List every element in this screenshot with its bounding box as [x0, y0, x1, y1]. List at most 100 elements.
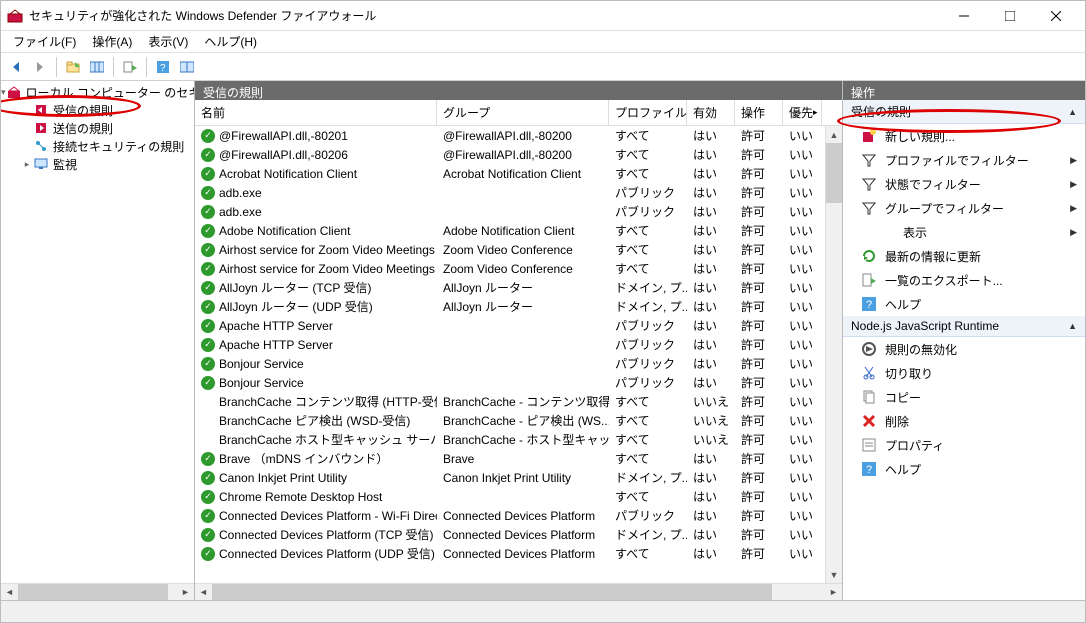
scroll-thumb[interactable]: [826, 143, 842, 203]
rule-enabled: はい: [687, 488, 735, 505]
submenu-icon: ▶: [1070, 203, 1077, 214]
menu-help[interactable]: ヘルプ(H): [196, 31, 265, 52]
tree-hscroll[interactable]: ◄ ►: [1, 583, 194, 600]
column-headers: 名前 グループ プロファイル 有効 操作 優先▸: [195, 100, 842, 126]
scroll-down-icon[interactable]: ▼: [826, 566, 842, 583]
table-row[interactable]: ✓Connected Devices Platform (UDP 受信)Conn…: [195, 544, 825, 563]
svg-text:?: ?: [160, 63, 166, 74]
table-row[interactable]: ✓Connected Devices Platform (TCP 受信)Conn…: [195, 525, 825, 544]
col-priority[interactable]: 優先▸: [783, 100, 822, 125]
table-row[interactable]: ✓Airhost service for Zoom Video Meetings…: [195, 259, 825, 278]
action-item[interactable]: ?ヘルプ: [843, 292, 1085, 316]
table-row[interactable]: ✓AllJoyn ルーター (TCP 受信)AllJoyn ルータードメイン, …: [195, 278, 825, 297]
table-row[interactable]: ✓Airhost service for Zoom Video Meetings…: [195, 240, 825, 259]
table-row[interactable]: ✓@FirewallAPI.dll,-80201@FirewallAPI.dll…: [195, 126, 825, 145]
rule-group: Connected Devices Platform: [437, 547, 609, 561]
menu-file[interactable]: ファイル(F): [5, 31, 84, 52]
scroll-thumb[interactable]: [18, 584, 168, 600]
table-row[interactable]: ✓adb.exeパブリックはい許可いい: [195, 183, 825, 202]
actions-group1-header[interactable]: 受信の規則 ▲: [843, 100, 1085, 124]
scroll-left-icon[interactable]: ◄: [195, 584, 212, 600]
folder-icon[interactable]: [62, 56, 84, 78]
scroll-left-icon[interactable]: ◄: [1, 584, 18, 600]
expand-icon[interactable]: ▸: [21, 159, 33, 170]
table-row[interactable]: ✓Apache HTTP Serverパブリックはい許可いい: [195, 335, 825, 354]
table-row[interactable]: ✓Acrobat Notification ClientAcrobat Noti…: [195, 164, 825, 183]
rule-priority: いい: [783, 431, 822, 448]
collapse-icon[interactable]: ▲: [1068, 321, 1077, 331]
table-row[interactable]: ✓Canon Inkjet Print UtilityCanon Inkjet …: [195, 468, 825, 487]
table-row[interactable]: ✓Brave （mDNS インバウンド）Braveすべてはい許可いい: [195, 449, 825, 468]
check-icon: [201, 414, 215, 428]
rule-priority: いい: [783, 241, 822, 258]
action-item[interactable]: グループでフィルター▶: [843, 196, 1085, 220]
col-action[interactable]: 操作: [735, 100, 783, 125]
action-item[interactable]: 状態でフィルター▶: [843, 172, 1085, 196]
table-row[interactable]: ✓Bonjour Serviceパブリックはい許可いい: [195, 354, 825, 373]
tree-pane[interactable]: ▾ ローカル コンピューター のセキュリティ 受信の規則送信の規則接続セキュリテ…: [1, 81, 195, 600]
table-row[interactable]: ✓Apache HTTP Serverパブリックはい許可いい: [195, 316, 825, 335]
monitor-icon: [33, 156, 49, 172]
panes-icon[interactable]: [86, 56, 108, 78]
rule-enabled: はい: [687, 317, 735, 334]
table-row[interactable]: ✓Chrome Remote Desktop Hostすべてはい許可いい: [195, 487, 825, 506]
table-row[interactable]: BranchCache ホスト型キャッシュ サーバー (HT...BranchC…: [195, 430, 825, 449]
action-item[interactable]: 新しい規則...: [843, 124, 1085, 148]
export-icon[interactable]: [119, 56, 141, 78]
tree-item[interactable]: 送信の規則: [1, 119, 194, 137]
action-item[interactable]: コピー: [843, 385, 1085, 409]
help-icon[interactable]: ?: [152, 56, 174, 78]
col-profile[interactable]: プロファイル: [609, 100, 687, 125]
table-row[interactable]: BranchCache コンテンツ取得 (HTTP-受信)BranchCache…: [195, 392, 825, 411]
rule-action: 許可: [735, 279, 783, 296]
list-vscroll[interactable]: ▲ ▼: [825, 126, 842, 583]
action-item[interactable]: 削除: [843, 409, 1085, 433]
col-group[interactable]: グループ: [437, 100, 609, 125]
table-row[interactable]: ✓Connected Devices Platform - Wi-Fi Dire…: [195, 506, 825, 525]
minimize-button[interactable]: [941, 1, 987, 31]
action-item[interactable]: 切り取り: [843, 361, 1085, 385]
check-icon: ✓: [201, 471, 215, 485]
rule-priority: いい: [783, 393, 822, 410]
titlebar: セキュリティが強化された Windows Defender ファイアウォール: [1, 1, 1085, 31]
table-row[interactable]: ✓@FirewallAPI.dll,-80206@FirewallAPI.dll…: [195, 145, 825, 164]
action-item[interactable]: 表示▶: [843, 220, 1085, 244]
scroll-right-icon[interactable]: ►: [177, 584, 194, 600]
action-item[interactable]: 規則の無効化: [843, 337, 1085, 361]
action-item[interactable]: プロパティ: [843, 433, 1085, 457]
action-item[interactable]: ?ヘルプ: [843, 457, 1085, 481]
scroll-thumb[interactable]: [212, 584, 772, 600]
filter-icon: [861, 176, 877, 192]
back-button[interactable]: [5, 56, 27, 78]
action-item[interactable]: 最新の情報に更新: [843, 244, 1085, 268]
view-icon[interactable]: [176, 56, 198, 78]
col-enabled[interactable]: 有効: [687, 100, 735, 125]
table-row[interactable]: ✓Bonjour Serviceパブリックはい許可いい: [195, 373, 825, 392]
rule-enabled: はい: [687, 165, 735, 182]
tree-item[interactable]: ▸ 監視: [1, 155, 194, 173]
tree-root[interactable]: ▾ ローカル コンピューター のセキュリティ: [1, 83, 194, 101]
action-item[interactable]: プロファイルでフィルター▶: [843, 148, 1085, 172]
rule-group: AllJoyn ルーター: [437, 298, 609, 315]
table-row[interactable]: ✓Adobe Notification ClientAdobe Notifica…: [195, 221, 825, 240]
table-row[interactable]: ✓adb.exeパブリックはい許可いい: [195, 202, 825, 221]
menu-action[interactable]: 操作(A): [84, 31, 140, 52]
actions-group2-header[interactable]: Node.js JavaScript Runtime ▲: [843, 316, 1085, 337]
col-name[interactable]: 名前: [195, 100, 437, 125]
collapse-icon[interactable]: ▲: [1068, 107, 1077, 117]
tree-item-label: 監視: [53, 156, 77, 173]
tree-item[interactable]: 接続セキュリティの規則: [1, 137, 194, 155]
table-row[interactable]: BranchCache ピア検出 (WSD-受信)BranchCache - ピ…: [195, 411, 825, 430]
tree-item[interactable]: 受信の規則: [1, 101, 194, 119]
rule-priority: いい: [783, 526, 822, 543]
scroll-right-icon[interactable]: ►: [825, 584, 842, 600]
close-button[interactable]: [1033, 1, 1079, 31]
maximize-button[interactable]: [987, 1, 1033, 31]
action-item[interactable]: 一覧のエクスポート...: [843, 268, 1085, 292]
table-row[interactable]: ✓AllJoyn ルーター (UDP 受信)AllJoyn ルータードメイン, …: [195, 297, 825, 316]
list-hscroll[interactable]: ◄ ►: [195, 583, 842, 600]
rule-group: AllJoyn ルーター: [437, 279, 609, 296]
menu-view[interactable]: 表示(V): [140, 31, 196, 52]
forward-button[interactable]: [29, 56, 51, 78]
scroll-up-icon[interactable]: ▲: [826, 126, 842, 143]
